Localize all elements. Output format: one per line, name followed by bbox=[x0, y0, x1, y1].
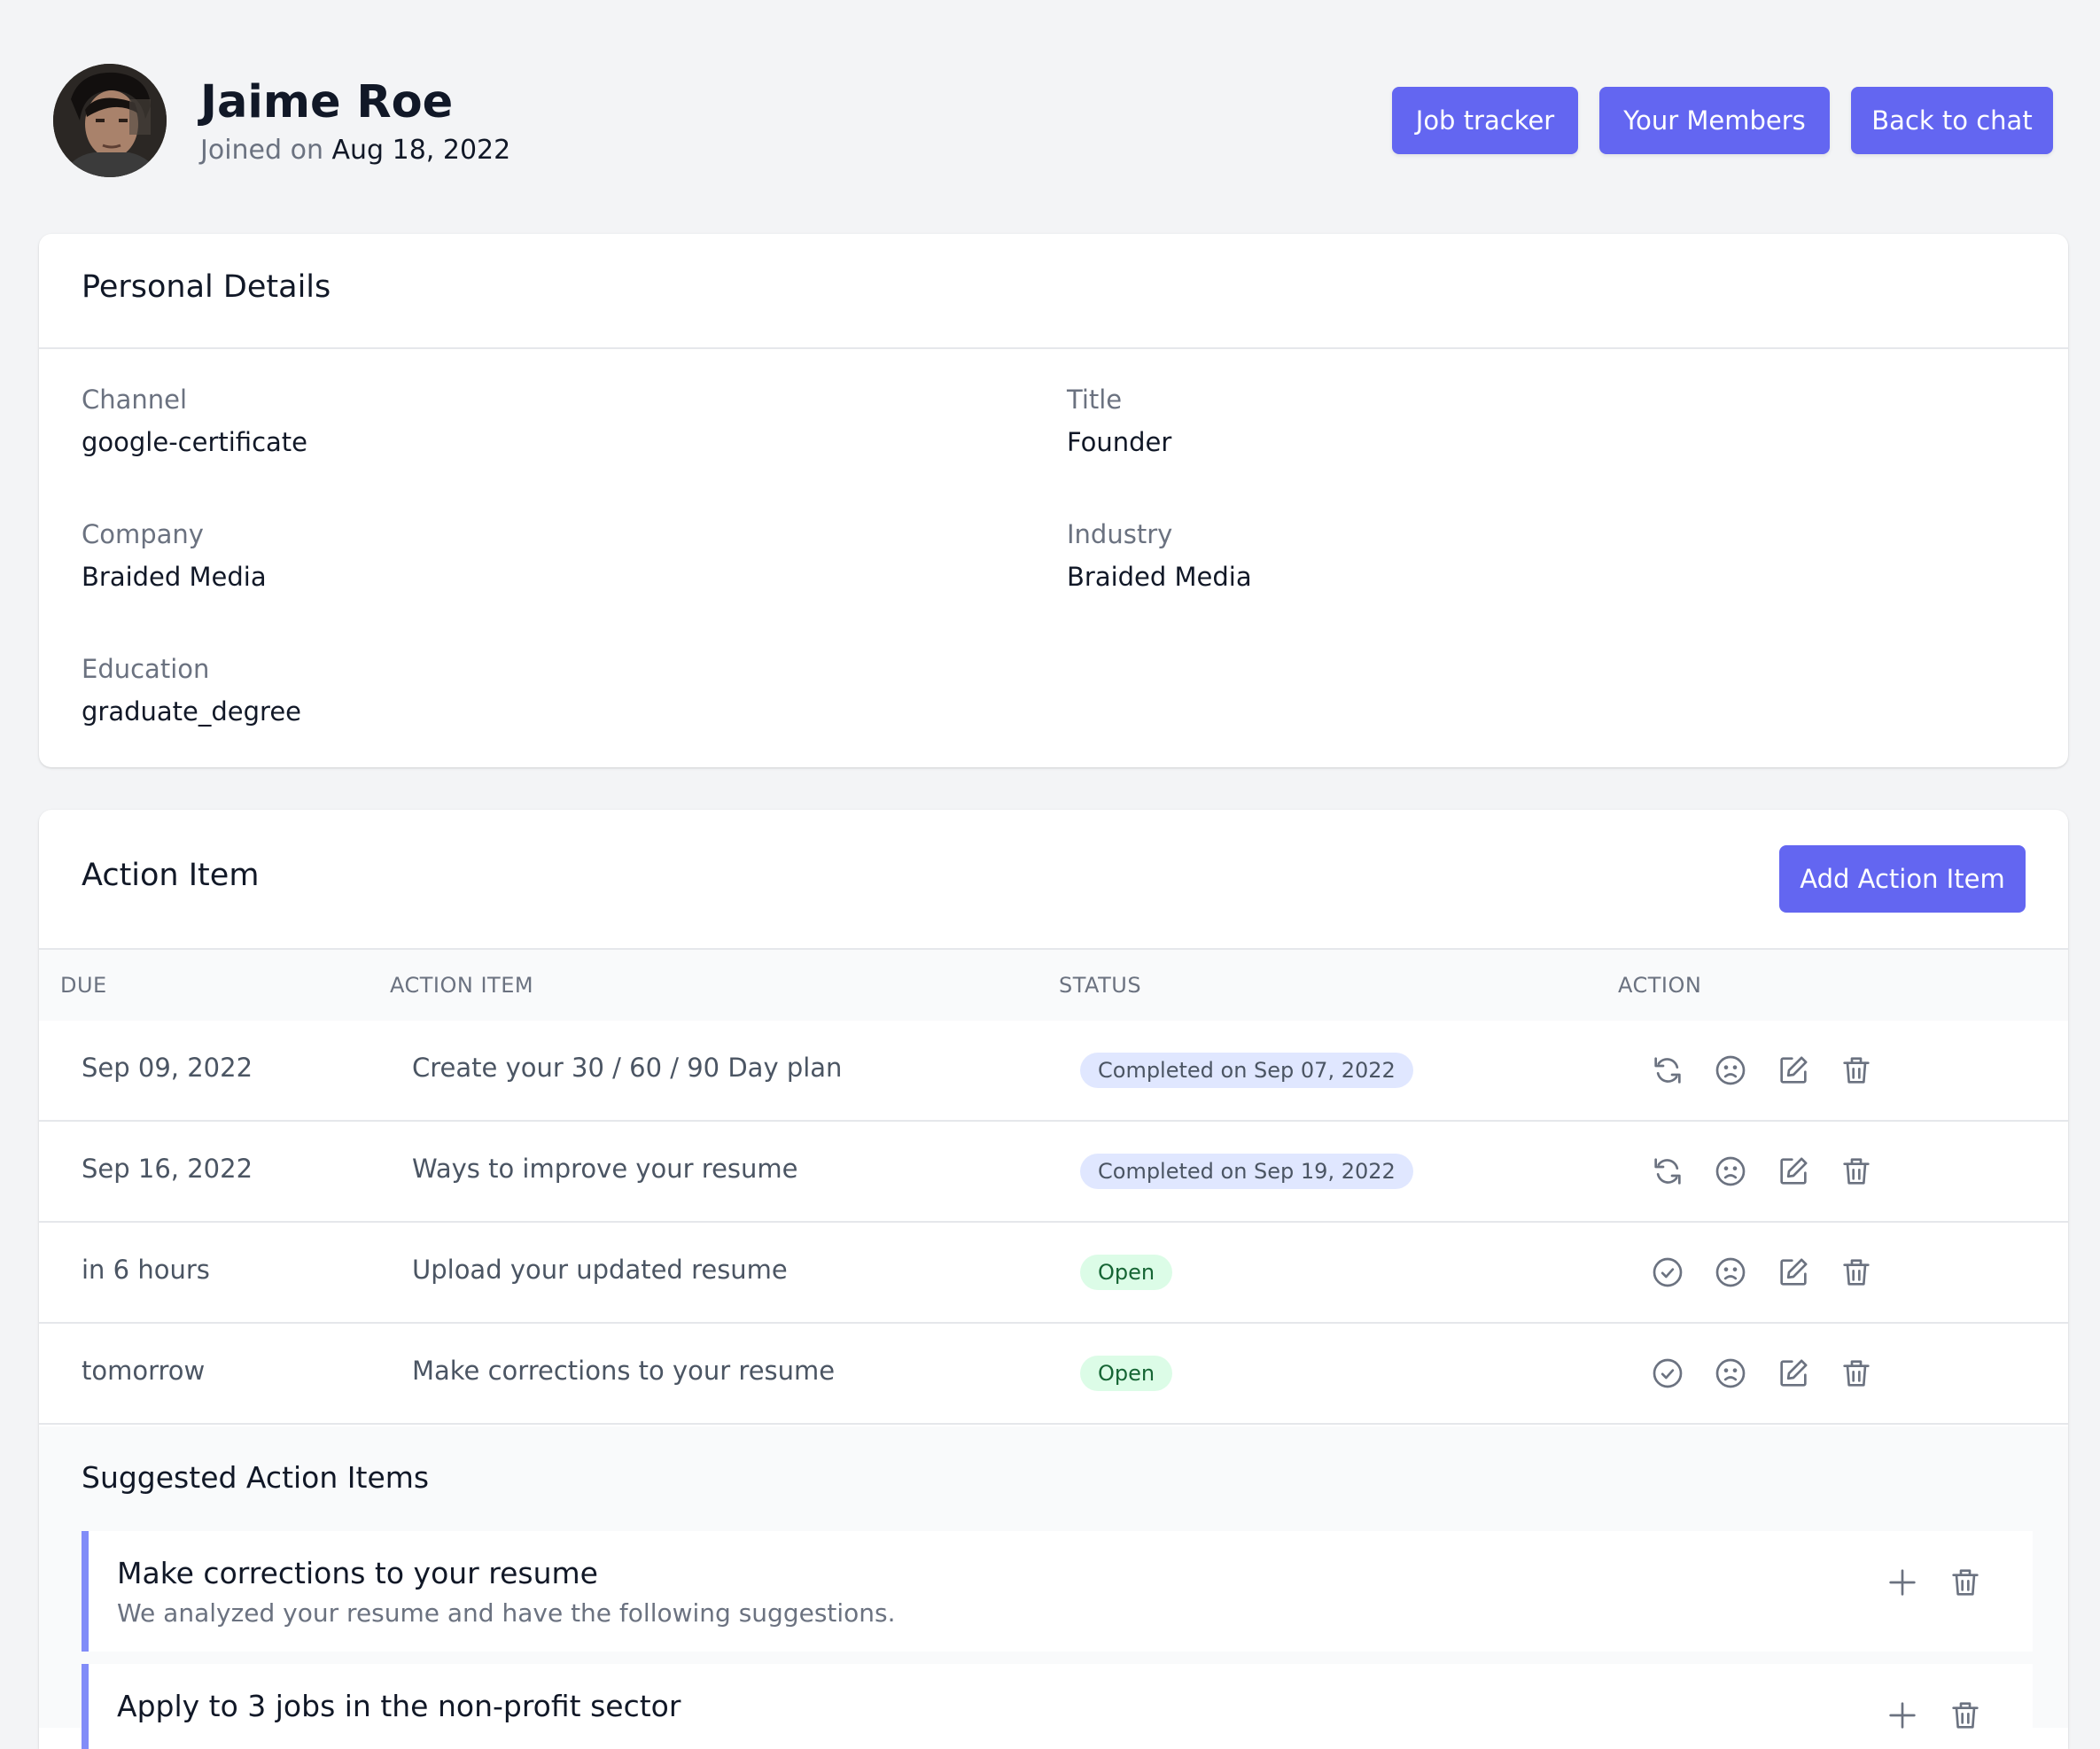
suggested-item-title: Apply to 3 jobs in the non-profit sector bbox=[117, 1689, 681, 1723]
add-action-item-button[interactable]: Add Action Item bbox=[1779, 845, 2026, 913]
table-row: in 6 hours Upload your updated resume Open bbox=[39, 1223, 2068, 1324]
check-circle-icon[interactable] bbox=[1650, 1255, 1685, 1290]
plus-icon[interactable] bbox=[1885, 1565, 1920, 1600]
profile-header: Jaime Roe Joined on Aug 18, 2022 Job tra… bbox=[0, 0, 2100, 232]
title-value: Founder bbox=[1067, 427, 1172, 457]
suggested-item: Make corrections to your resume We analyz… bbox=[82, 1531, 2033, 1652]
action-item-cell: Upload your updated resume bbox=[412, 1255, 788, 1285]
company-value: Braided Media bbox=[82, 562, 267, 592]
header-action: ACTION bbox=[1618, 973, 1702, 998]
personal-details-title: Personal Details bbox=[82, 269, 331, 305]
joined-label: Joined on bbox=[200, 135, 323, 166]
table-row: tomorrow Make corrections to your resume O… bbox=[39, 1324, 2068, 1425]
sad-face-icon[interactable] bbox=[1713, 1154, 1748, 1189]
status-badge: Open bbox=[1080, 1255, 1173, 1290]
title-label: Title bbox=[1067, 385, 1123, 415]
edit-icon[interactable] bbox=[1776, 1255, 1811, 1290]
due-cell: Sep 09, 2022 bbox=[82, 1053, 253, 1083]
company-label: Company bbox=[82, 519, 204, 549]
status-badge: Open bbox=[1080, 1356, 1173, 1391]
joined-date-value: Aug 18, 2022 bbox=[331, 135, 511, 166]
divider bbox=[39, 347, 2068, 349]
plus-icon[interactable] bbox=[1885, 1698, 1920, 1733]
trash-icon[interactable] bbox=[1839, 1255, 1874, 1290]
header-status: STATUS bbox=[1059, 973, 1142, 998]
back-to-chat-button[interactable]: Back to chat bbox=[1851, 87, 2053, 154]
user-name: Jaime Roe bbox=[200, 76, 454, 128]
channel-value: google-certificate bbox=[82, 427, 307, 457]
trash-icon[interactable] bbox=[1839, 1356, 1874, 1391]
education-value: graduate_degree bbox=[82, 696, 302, 727]
action-item-title: Action Item bbox=[82, 858, 260, 893]
channel-label: Channel bbox=[82, 385, 188, 415]
action-item-cell: Make corrections to your resume bbox=[412, 1356, 836, 1386]
refresh-icon[interactable] bbox=[1650, 1053, 1685, 1088]
edit-icon[interactable] bbox=[1776, 1053, 1811, 1088]
industry-value: Braided Media bbox=[1067, 562, 1252, 592]
edit-icon[interactable] bbox=[1776, 1356, 1811, 1391]
avatar bbox=[53, 64, 167, 177]
action-item-cell: Create your 30 / 60 / 90 Day plan bbox=[412, 1053, 843, 1083]
suggested-item: Apply to 3 jobs in the non-profit sector bbox=[82, 1664, 2033, 1749]
trash-icon[interactable] bbox=[1948, 1565, 1983, 1600]
trash-icon[interactable] bbox=[1839, 1053, 1874, 1088]
industry-label: Industry bbox=[1067, 519, 1173, 549]
trash-icon[interactable] bbox=[1948, 1698, 1983, 1733]
edit-icon[interactable] bbox=[1776, 1154, 1811, 1189]
check-circle-icon[interactable] bbox=[1650, 1356, 1685, 1391]
header-action-item: ACTION ITEM bbox=[390, 973, 534, 998]
sad-face-icon[interactable] bbox=[1713, 1053, 1748, 1088]
sad-face-icon[interactable] bbox=[1713, 1255, 1748, 1290]
trash-icon[interactable] bbox=[1839, 1154, 1874, 1189]
due-cell: in 6 hours bbox=[82, 1255, 210, 1285]
suggested-item-title: Make corrections to your resume bbox=[117, 1556, 598, 1590]
status-badge: Completed on Sep 07, 2022 bbox=[1080, 1053, 1413, 1088]
table-header: DUE ACTION ITEM STATUS ACTION bbox=[39, 948, 2068, 1024]
due-cell: tomorrow bbox=[82, 1356, 206, 1386]
table-row: Sep 09, 2022 Create your 30 / 60 / 90 Day… bbox=[39, 1021, 2068, 1122]
suggested-item-description: We analyzed your resume and have the fol… bbox=[117, 1598, 896, 1628]
status-badge: Completed on Sep 19, 2022 bbox=[1080, 1154, 1413, 1189]
action-item-card: Action Item Add Action Item DUE ACTION I… bbox=[39, 810, 2068, 1749]
action-item-cell: Ways to improve your resume bbox=[412, 1154, 798, 1184]
your-members-button[interactable]: Your Members bbox=[1599, 87, 1830, 154]
table-row: Sep 16, 2022 Ways to improve your resume C… bbox=[39, 1122, 2068, 1223]
personal-details-card: Personal Details Channel google-certific… bbox=[39, 234, 2068, 767]
suggested-section: Suggested Action Items Make corrections … bbox=[39, 1426, 2068, 1749]
header-due: DUE bbox=[60, 973, 107, 998]
suggested-title: Suggested Action Items bbox=[82, 1460, 430, 1495]
sad-face-icon[interactable] bbox=[1713, 1356, 1748, 1391]
refresh-icon[interactable] bbox=[1650, 1154, 1685, 1189]
joined-date: Joined on Aug 18, 2022 bbox=[200, 133, 510, 168]
due-cell: Sep 16, 2022 bbox=[82, 1154, 253, 1184]
job-tracker-button[interactable]: Job tracker bbox=[1392, 87, 1578, 154]
education-label: Education bbox=[82, 654, 210, 684]
